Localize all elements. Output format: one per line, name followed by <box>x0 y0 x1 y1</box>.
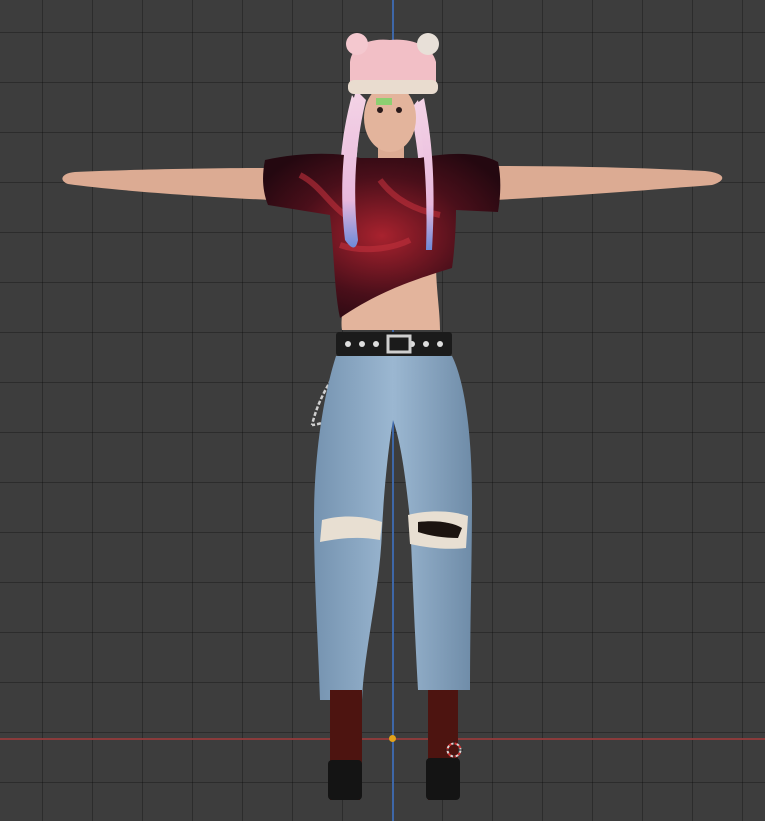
left-arm <box>62 168 271 200</box>
hat-brim <box>348 80 438 94</box>
boot-right-sole <box>426 758 460 800</box>
3d-cursor-icon[interactable] <box>445 741 463 759</box>
origin-point <box>389 735 396 742</box>
shirt <box>263 153 501 318</box>
boot-left-sole <box>328 760 362 800</box>
head <box>364 84 416 152</box>
hat-ear-left <box>346 33 368 55</box>
eye-right <box>396 107 402 113</box>
eye-left <box>377 107 383 113</box>
3d-viewport[interactable] <box>0 0 765 821</box>
hat-ear-right <box>417 33 439 55</box>
face-marker <box>376 98 392 105</box>
character-model[interactable] <box>0 0 765 821</box>
right-arm <box>495 166 723 200</box>
